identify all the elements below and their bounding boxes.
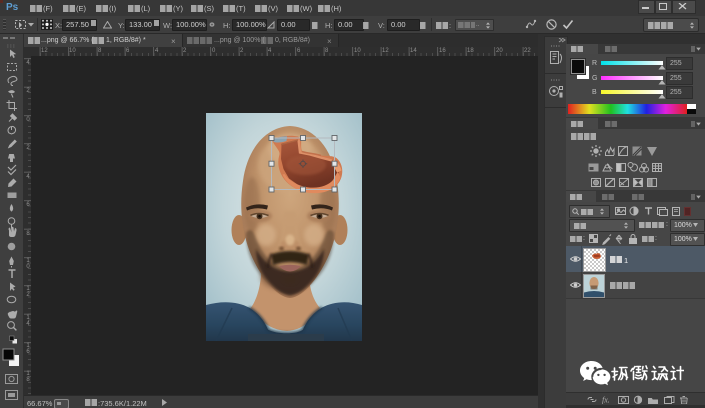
svg-text:fx.: fx. bbox=[602, 396, 610, 405]
